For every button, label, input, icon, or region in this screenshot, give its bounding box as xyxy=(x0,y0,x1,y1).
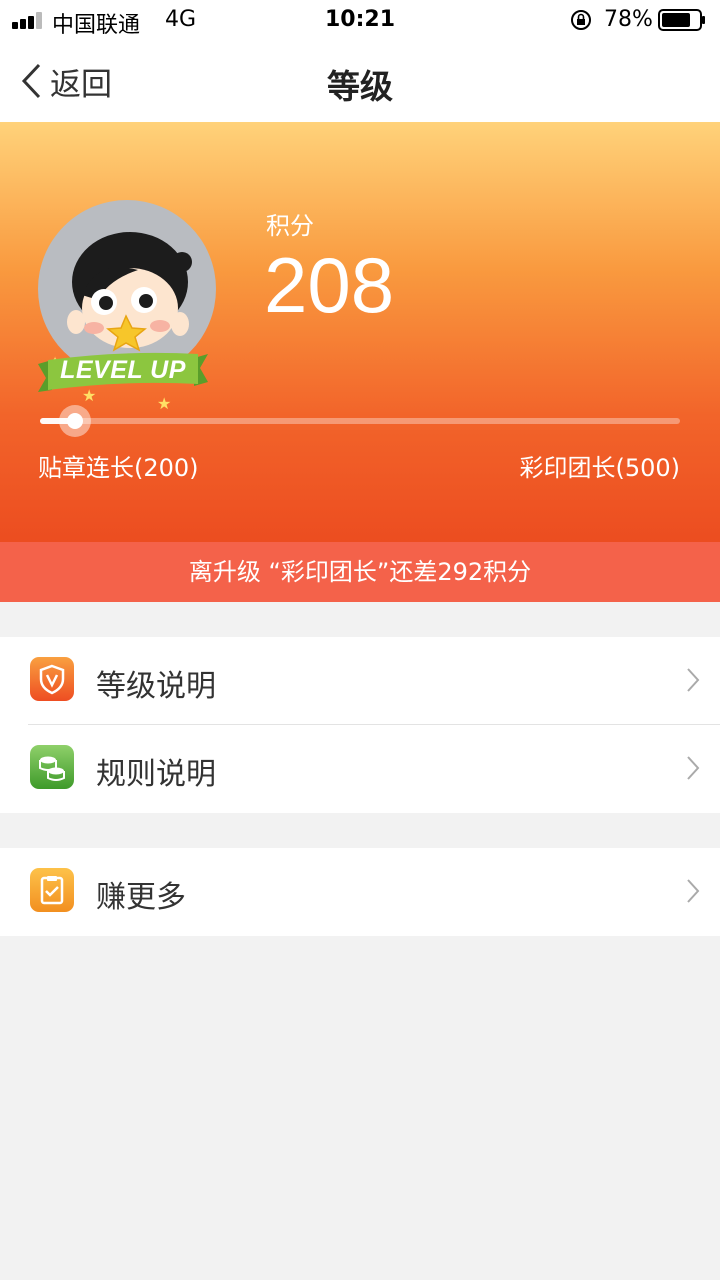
menu-item-earn-more[interactable]: 赚更多 xyxy=(0,848,720,936)
level-hero: ★ ★ ✦ ✦ LEVEL UP 积分 208 贴章连长(200) 彩印团长(5… xyxy=(0,122,720,542)
points-gap-banner: 离升级 “彩印团长”还差292积分 xyxy=(0,542,720,602)
current-level-label: 贴章连长(200) xyxy=(38,454,199,482)
clipboard-check-icon xyxy=(30,868,74,912)
shield-v-icon xyxy=(30,657,74,701)
chevron-right-icon xyxy=(687,879,700,903)
progress-knob xyxy=(59,405,91,437)
menu-group-earn: 赚更多 xyxy=(0,848,720,936)
level-up-ribbon: LEVEL UP xyxy=(38,350,208,394)
points-label: 积分 xyxy=(266,212,314,240)
status-bar: 中国联通 4G 10:21 78% xyxy=(0,0,720,40)
menu-label: 等级说明 xyxy=(96,669,216,704)
menu-item-rules[interactable]: 规则说明 xyxy=(0,725,720,813)
page-title: 等级 xyxy=(327,67,393,106)
level-up-text: LEVEL UP xyxy=(60,356,186,384)
chevron-right-icon xyxy=(687,668,700,692)
battery-icon xyxy=(658,9,705,31)
coins-icon xyxy=(30,745,74,789)
level-progress-bar xyxy=(40,405,680,437)
menu-label: 赚更多 xyxy=(96,880,186,915)
menu-group-info: 等级说明 规则说明 xyxy=(0,637,720,813)
points-value: 208 xyxy=(264,241,395,329)
rotation-lock-icon xyxy=(571,10,591,30)
menu-item-level-info[interactable]: 等级说明 xyxy=(0,637,720,725)
sparkle-icon: ★ xyxy=(157,394,172,413)
nav-bar: 返回 等级 xyxy=(0,40,720,122)
menu-label: 规则说明 xyxy=(96,757,216,792)
next-level-label: 彩印团长(500) xyxy=(519,454,680,482)
chevron-right-icon xyxy=(687,756,700,780)
battery-percent: 78% xyxy=(604,7,653,32)
